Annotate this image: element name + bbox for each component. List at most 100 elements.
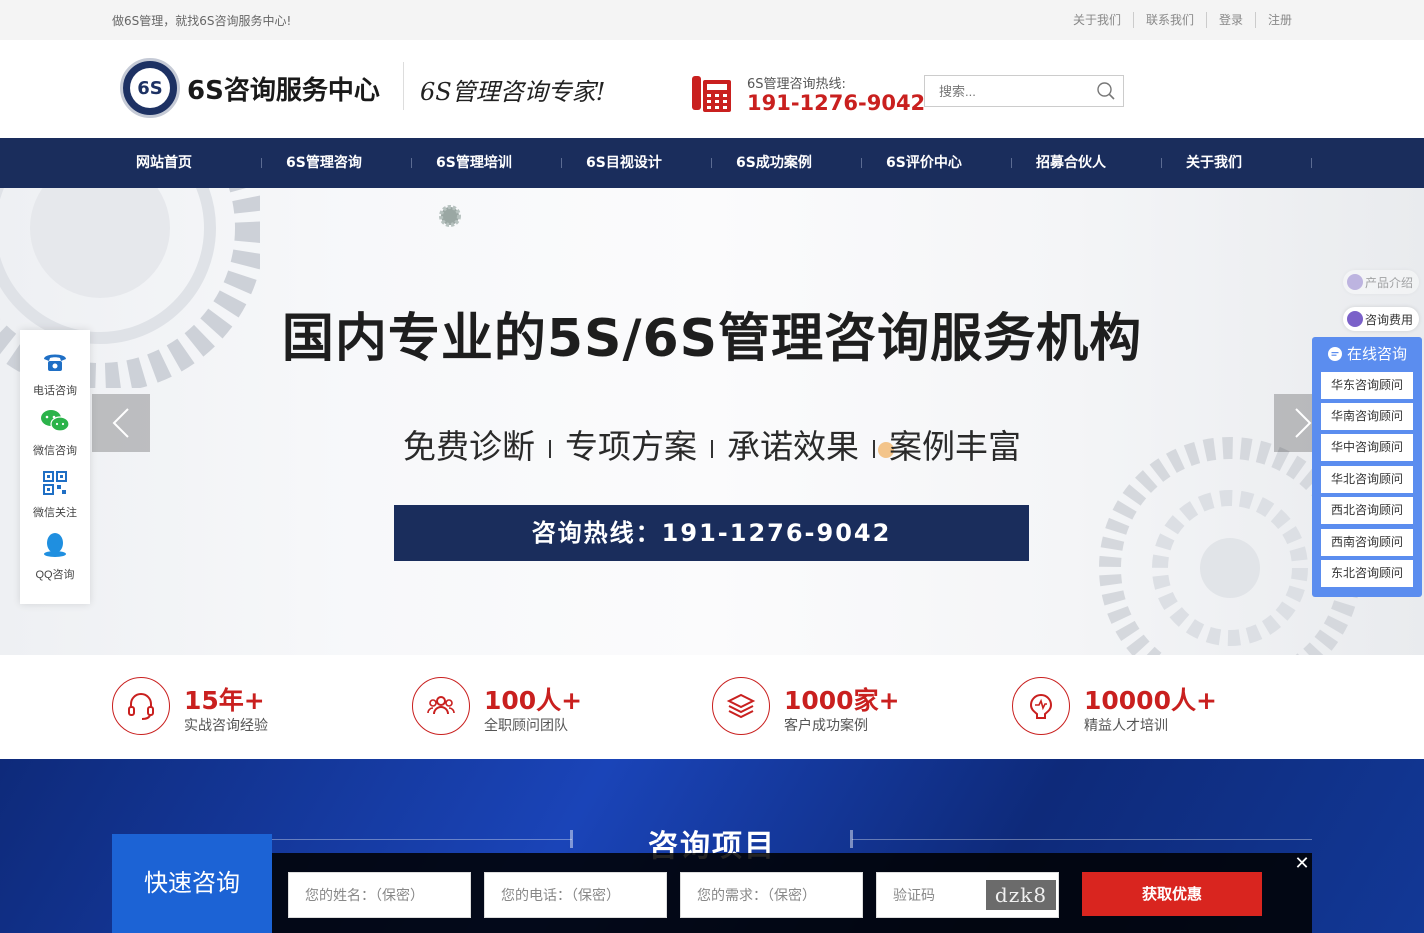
banner-feature: 承诺效果 bbox=[727, 427, 859, 466]
brain-talent-icon bbox=[1012, 677, 1070, 735]
nav-separator bbox=[861, 158, 862, 168]
main-nav: 网站首页 6S管理咨询 6S管理培训 6S目视设计 6S成功案例 6S评价中心 … bbox=[0, 138, 1424, 188]
stat-label: 客户成功案例 bbox=[784, 718, 868, 734]
stat-number: 1000家+ bbox=[784, 686, 900, 715]
team-icon bbox=[412, 677, 470, 735]
banner-title: 国内专业的5S/6S管理咨询服务机构 bbox=[281, 309, 1143, 369]
consulting-fee-button[interactable]: 咨询费用 bbox=[1343, 307, 1420, 331]
sidebar-item-wechat-follow[interactable]: 微信关注 bbox=[20, 470, 90, 520]
get-discount-button[interactable]: 获取优惠 bbox=[1082, 872, 1262, 916]
top-link-contact[interactable]: 联系我们 bbox=[1132, 12, 1206, 28]
header: 6S 6S咨询服务中心 6S管理咨询专家! 6S管理咨询热线: 191-1276… bbox=[0, 40, 1424, 137]
feature-separator bbox=[873, 439, 875, 458]
nav-separator bbox=[1011, 158, 1012, 168]
logo-text[interactable]: 6S咨询服务中心 bbox=[187, 70, 380, 107]
nav-item-partners[interactable]: 招募合伙人 bbox=[1036, 138, 1106, 188]
sidebar-item-phone[interactable]: 电话咨询 bbox=[20, 350, 90, 398]
consultant-northwest[interactable]: 西北咨询顾问 bbox=[1321, 497, 1413, 524]
quick-consult-tab[interactable]: 快速咨询 bbox=[112, 834, 272, 933]
online-consult-title[interactable]: 在线咨询 bbox=[1312, 343, 1422, 364]
search-input[interactable] bbox=[925, 77, 1090, 105]
consultant-north[interactable]: 华北咨询顾问 bbox=[1321, 466, 1413, 493]
left-contact-sidebar: 电话咨询 微信咨询 微信关注 QQ咨询 bbox=[20, 330, 90, 604]
logo-badge[interactable]: 6S bbox=[120, 58, 180, 118]
telephone-icon bbox=[44, 354, 66, 371]
logo-slogan: 6S管理咨询专家! bbox=[420, 78, 606, 106]
nav-separator bbox=[561, 158, 562, 168]
layers-icon bbox=[712, 677, 770, 735]
banner-feature: 专项方案 bbox=[565, 427, 697, 466]
sidebar-item-wechat[interactable]: 微信咨询 bbox=[20, 408, 90, 458]
consultant-east[interactable]: 华东咨询顾问 bbox=[1321, 372, 1413, 399]
search-box bbox=[924, 75, 1124, 107]
sidebar-item-label: QQ咨询 bbox=[35, 569, 75, 581]
telephone-icon bbox=[692, 76, 731, 112]
nav-item-training[interactable]: 6S管理培训 bbox=[436, 138, 512, 188]
stats-section: 15年+ 实战咨询经验 100人+ 全职顾问团队 1000家+ 客户成功案例 1… bbox=[0, 655, 1424, 759]
nav-item-evaluation[interactable]: 6S评价中心 bbox=[886, 138, 962, 188]
feature-separator bbox=[711, 439, 713, 458]
qq-penguin-icon bbox=[44, 533, 66, 557]
search-icon[interactable] bbox=[1096, 81, 1116, 101]
consultant-central[interactable]: 华中咨询顾问 bbox=[1321, 434, 1413, 461]
nav-item-home[interactable]: 网站首页 bbox=[136, 138, 192, 188]
nav-item-visual-design[interactable]: 6S目视设计 bbox=[586, 138, 662, 188]
nav-item-about[interactable]: 关于我们 bbox=[1186, 138, 1242, 188]
wechat-icon bbox=[41, 410, 70, 432]
name-field[interactable]: 您的姓名：（保密） bbox=[288, 872, 471, 918]
qr-code-icon bbox=[43, 471, 67, 495]
sidebar-item-qq[interactable]: QQ咨询 bbox=[20, 532, 90, 582]
product-intro-button[interactable]: 产品介绍 bbox=[1343, 270, 1420, 294]
online-consult-label: 在线咨询 bbox=[1346, 345, 1407, 363]
close-quick-bar-button[interactable]: ✕ bbox=[1292, 854, 1312, 874]
hotline-label: 6S管理咨询热线: bbox=[747, 77, 846, 92]
chat-bubble-icon bbox=[1347, 274, 1363, 290]
sidebar-item-label: 电话咨询 bbox=[33, 385, 77, 397]
stat-label: 实战咨询经验 bbox=[184, 718, 268, 734]
captcha-image[interactable]: dzk8 bbox=[986, 880, 1056, 910]
stat-label: 全职顾问团队 bbox=[484, 718, 568, 734]
stat-number: 100人+ bbox=[484, 686, 583, 715]
consulting-fee-label: 咨询费用 bbox=[1365, 312, 1414, 327]
headset-icon bbox=[112, 677, 170, 735]
logo-badge-text: 6S bbox=[130, 68, 170, 108]
chat-icon bbox=[1327, 346, 1342, 361]
nav-separator bbox=[1311, 158, 1312, 168]
hotline-number: 191-1276-9042 bbox=[747, 91, 926, 115]
nav-item-cases[interactable]: 6S成功案例 bbox=[736, 138, 812, 188]
nav-item-consulting[interactable]: 6S管理咨询 bbox=[286, 138, 362, 188]
consultant-northeast[interactable]: 东北咨询顾问 bbox=[1321, 560, 1413, 587]
consultant-south[interactable]: 华南咨询顾问 bbox=[1321, 403, 1413, 430]
nav-separator bbox=[261, 158, 262, 168]
top-links: 关于我们 联系我们 登录 注册 bbox=[1061, 12, 1304, 28]
chevron-right-icon bbox=[1295, 408, 1312, 438]
phone-field[interactable]: 您的电话：（保密） bbox=[484, 872, 667, 918]
stat-label: 精益人才培训 bbox=[1084, 718, 1168, 734]
stat-number: 15年+ bbox=[184, 686, 265, 715]
nav-separator bbox=[1161, 158, 1162, 168]
banner-feature: 案例丰富 bbox=[889, 427, 1021, 466]
nav-separator bbox=[411, 158, 412, 168]
top-link-register[interactable]: 注册 bbox=[1254, 12, 1304, 28]
banner-hotline-button[interactable]: 咨询热线：191-1276-9042 bbox=[394, 505, 1029, 561]
banner-feature: 免费诊断 bbox=[403, 427, 535, 466]
sidebar-item-label: 微信咨询 bbox=[33, 445, 77, 457]
consultant-southwest[interactable]: 西南咨询顾问 bbox=[1321, 529, 1413, 556]
top-link-about[interactable]: 关于我们 bbox=[1061, 12, 1133, 28]
nav-separator bbox=[711, 158, 712, 168]
chevron-left-icon bbox=[112, 408, 129, 438]
top-link-login[interactable]: 登录 bbox=[1205, 12, 1255, 28]
online-consult-panel: 在线咨询 华东咨询顾问 华南咨询顾问 华中咨询顾问 华北咨询顾问 西北咨询顾问 … bbox=[1312, 337, 1422, 597]
small-gear-icon bbox=[439, 205, 461, 227]
top-bar: 做6S管理，就找6S咨询服务中心! 关于我们 联系我们 登录 注册 bbox=[0, 0, 1424, 40]
product-intro-label: 产品介绍 bbox=[1365, 275, 1414, 290]
feature-separator bbox=[549, 439, 551, 458]
sidebar-item-label: 微信关注 bbox=[33, 507, 77, 519]
stat-number: 10000人+ bbox=[1084, 686, 1217, 715]
banner-features: 免费诊断 专项方案 承诺效果 案例丰富 bbox=[0, 420, 1424, 468]
banner-prev-button[interactable] bbox=[92, 394, 150, 452]
need-field[interactable]: 您的需求：（保密） bbox=[680, 872, 863, 918]
chat-bubble-icon bbox=[1347, 311, 1363, 327]
logo-divider bbox=[403, 62, 404, 110]
hero-banner: 国内专业的5S/6S管理咨询服务机构 免费诊断 专项方案 承诺效果 案例丰富 咨询热线… bbox=[0, 188, 1424, 655]
